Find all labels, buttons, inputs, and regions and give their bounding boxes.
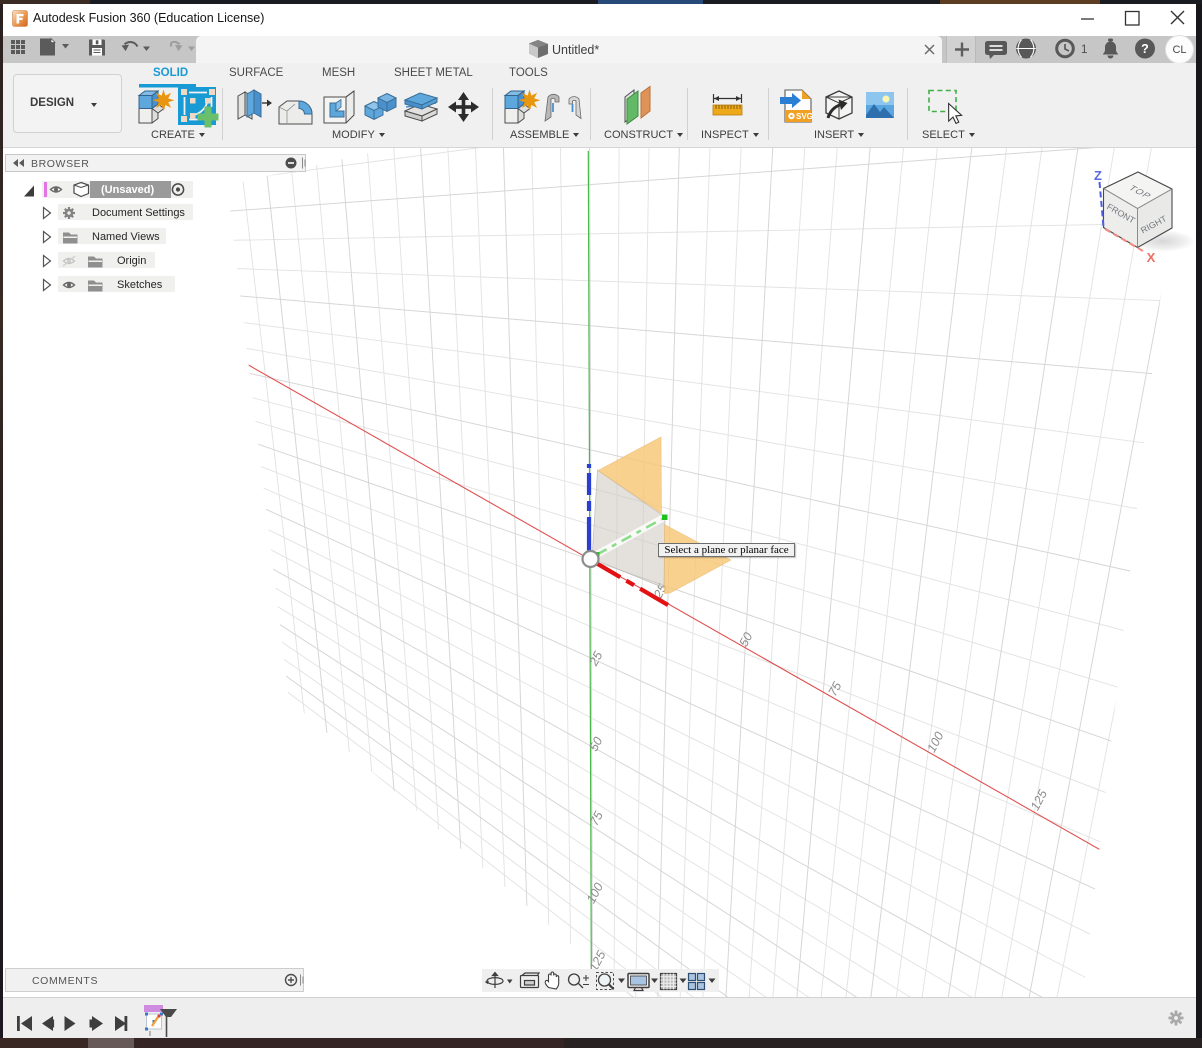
- svg-text:100: 100: [924, 730, 946, 755]
- svg-text:50: 50: [737, 630, 756, 649]
- svg-text:125: 125: [1028, 788, 1050, 813]
- svg-text:1: 1: [1081, 44, 1087, 56]
- svg-text:?: ?: [1141, 42, 1149, 56]
- svg-text:SVG: SVG: [796, 112, 813, 121]
- svg-text:75: 75: [826, 680, 845, 699]
- svg-text:X: X: [1147, 250, 1156, 265]
- svg-text:25: 25: [586, 649, 605, 669]
- svg-text:50: 50: [587, 735, 606, 754]
- svg-text:Z: Z: [1094, 168, 1102, 183]
- svg-text:100: 100: [584, 881, 606, 906]
